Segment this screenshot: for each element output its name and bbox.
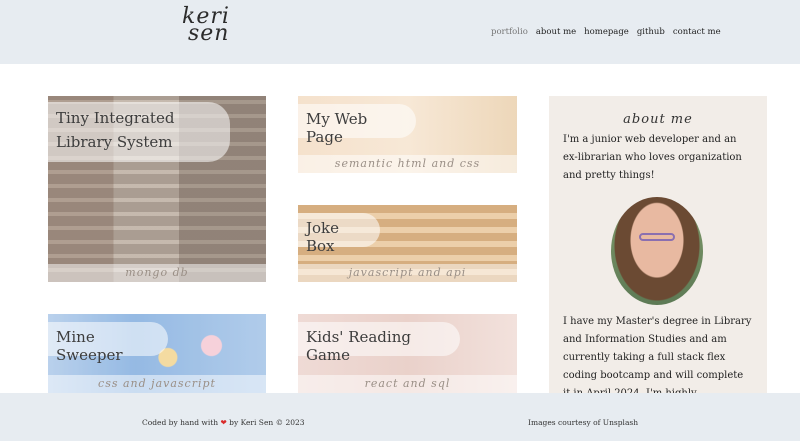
project-title: Joke Box bbox=[298, 213, 380, 255]
nav-github[interactable]: github bbox=[637, 27, 665, 37]
project-tech: react and sql bbox=[298, 375, 517, 393]
project-tech: css and javascript bbox=[48, 375, 266, 393]
nav-about-me[interactable]: about me bbox=[536, 27, 576, 37]
footer-credit-prefix: Coded by hand with bbox=[142, 418, 219, 427]
project-title: Mine Sweeper bbox=[48, 322, 168, 364]
project-card-library-system[interactable]: Tiny Integrated Library System mongo db bbox=[48, 96, 266, 282]
heart-icon: ❤ bbox=[220, 418, 227, 427]
footer-credit: Coded by hand with ❤ by Keri Sen © 2023 bbox=[142, 418, 305, 427]
footer-credit-suffix: by Keri Sen © 2023 bbox=[229, 418, 305, 427]
project-title: My Web Page bbox=[298, 104, 416, 146]
nav-contact-me[interactable]: contact me bbox=[673, 27, 721, 37]
project-card-mine-sweeper[interactable]: Mine Sweeper css and javascript bbox=[48, 314, 266, 393]
project-tech: semantic html and css bbox=[298, 155, 517, 173]
about-body: I have my Master's degree in Library and… bbox=[563, 316, 752, 393]
about-heading: about me bbox=[623, 112, 693, 127]
project-card-reading-game[interactable]: Kids' Reading Game react and sql bbox=[298, 314, 517, 393]
glasses-shape bbox=[639, 233, 675, 241]
project-tech: mongo db bbox=[48, 264, 266, 282]
site-header: keri sen portfolio about me homepage git… bbox=[0, 0, 800, 64]
project-title: Tiny Integrated Library System bbox=[48, 102, 230, 162]
site-footer: Coded by hand with ❤ by Keri Sen © 2023 … bbox=[0, 393, 800, 441]
main-nav: portfolio about me homepage github conta… bbox=[491, 27, 721, 37]
about-intro: I'm a junior web developer and an ex-lib… bbox=[563, 134, 742, 181]
about-me-panel: about me I'm a junior web developer and … bbox=[549, 96, 767, 393]
image-credit: Images courtesy of Unsplash bbox=[528, 418, 639, 427]
nav-portfolio[interactable]: portfolio bbox=[491, 27, 528, 37]
site-logo[interactable]: keri sen bbox=[182, 6, 238, 45]
project-card-web-page[interactable]: My Web Page semantic html and css bbox=[298, 96, 517, 173]
project-title: Kids' Reading Game bbox=[298, 322, 460, 364]
profile-photo bbox=[611, 197, 703, 305]
nav-homepage[interactable]: homepage bbox=[584, 27, 629, 37]
project-card-joke-box[interactable]: Joke Box javascript and api bbox=[298, 205, 517, 282]
project-tech: javascript and api bbox=[298, 264, 517, 282]
